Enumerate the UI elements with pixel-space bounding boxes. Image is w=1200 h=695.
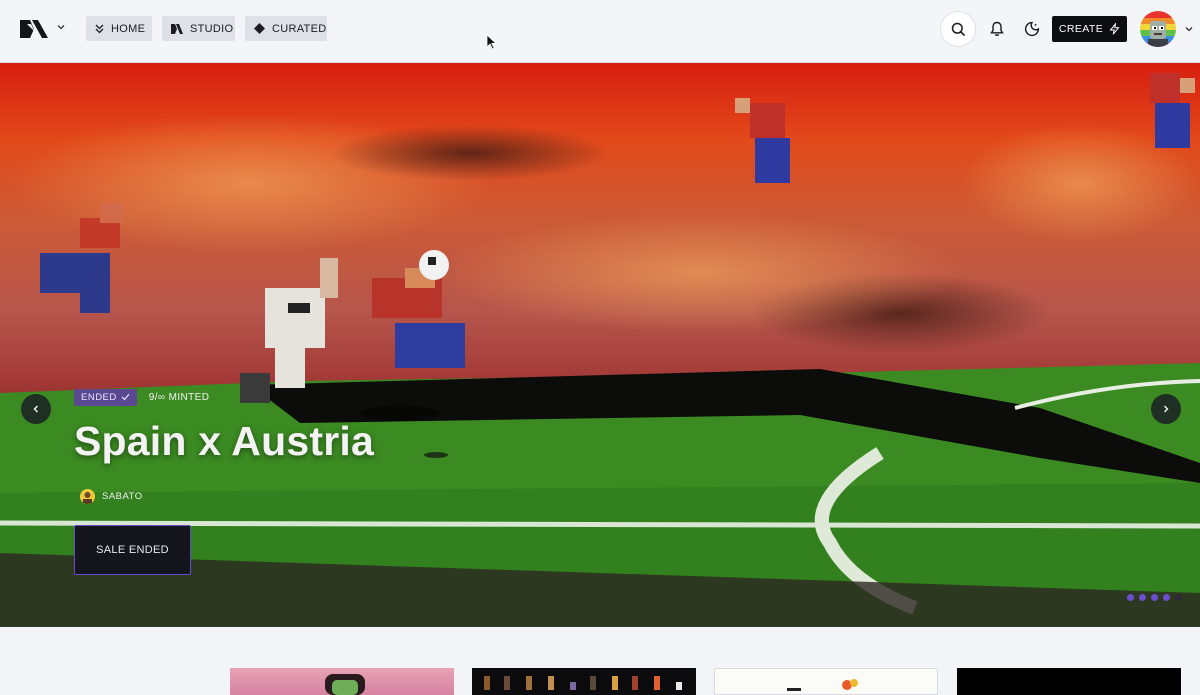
avatar-image (1140, 11, 1176, 47)
ended-badge-label: ENDED (81, 391, 117, 403)
artwork-card[interactable] (472, 668, 696, 695)
carousel-next-button[interactable] (1151, 394, 1181, 424)
bolt-icon (1109, 23, 1120, 35)
chevron-left-icon (33, 405, 38, 413)
create-button[interactable]: CREATE (1052, 16, 1127, 42)
double-chevron-icon (95, 24, 104, 33)
carousel-dot-active[interactable] (1175, 594, 1182, 601)
chevron-down-icon[interactable] (55, 21, 67, 33)
artist-name: SABATO (102, 491, 143, 502)
notifications-button[interactable] (986, 18, 1008, 40)
search-icon (951, 22, 965, 36)
carousel-dot[interactable] (1139, 594, 1146, 601)
nav-studio-button[interactable]: STUDIO (162, 16, 235, 41)
artist-link[interactable]: SABATO (80, 489, 143, 504)
artwork-card[interactable] (230, 668, 454, 695)
chevron-down-icon[interactable] (1183, 23, 1195, 35)
moon-icon (1024, 21, 1040, 37)
carousel-prev-button[interactable] (21, 394, 51, 424)
chevron-right-icon (1164, 405, 1169, 413)
theme-toggle-button[interactable] (1021, 18, 1043, 40)
nav-curated-button[interactable]: CURATED (245, 16, 327, 41)
nav-curated-label: CURATED (272, 22, 327, 35)
bell-icon (990, 21, 1004, 37)
artwork-card[interactable] (714, 668, 938, 695)
diamond-icon (254, 23, 265, 34)
check-icon (121, 393, 130, 401)
carousel-dot[interactable] (1163, 594, 1170, 601)
artwork-thumbnail (325, 674, 365, 695)
hero-status-row: ENDED 9/∞ MINTED (74, 388, 209, 406)
logo-icon[interactable] (20, 20, 48, 38)
user-avatar[interactable] (1140, 11, 1176, 47)
artwork-thumbnail (484, 676, 682, 690)
nav-studio-label: STUDIO (190, 22, 234, 35)
carousel-dot[interactable] (1151, 594, 1158, 601)
artwork-card[interactable] (957, 668, 1181, 695)
nav-home-button[interactable]: HOME (86, 16, 152, 41)
artist-avatar (80, 489, 95, 504)
top-navigation-bar: HOME STUDIO CURATED CREATE (0, 0, 1200, 63)
studio-icon (171, 23, 183, 34)
artwork-thumbnail (787, 679, 858, 691)
minted-count: 9/∞ MINTED (148, 391, 210, 403)
hero-title[interactable]: Spain x Austria (74, 418, 374, 465)
carousel-pagination (1127, 594, 1182, 601)
create-button-label: CREATE (1058, 23, 1104, 35)
search-button[interactable] (940, 11, 976, 47)
sale-ended-button[interactable]: SALE ENDED (74, 525, 191, 575)
ended-badge: ENDED (74, 388, 137, 406)
carousel-dot[interactable] (1127, 594, 1134, 601)
nav-home-label: HOME (111, 22, 146, 35)
